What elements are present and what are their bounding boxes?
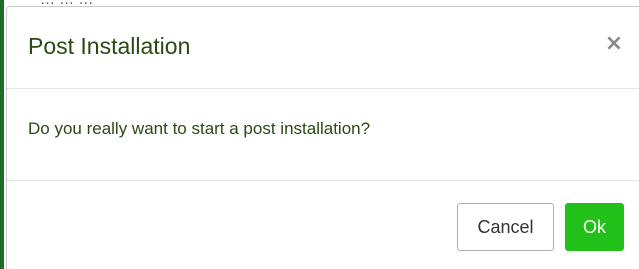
dialog-title: Post Installation — [28, 33, 191, 59]
background-page-edge — [0, 0, 4, 269]
dialog-header: Post Installation × — [7, 7, 639, 89]
dialog-message: Do you really want to start a post insta… — [28, 119, 371, 138]
dialog-footer: Cancel Ok — [7, 181, 639, 269]
cancel-button[interactable]: Cancel — [457, 203, 554, 251]
close-icon[interactable]: × — [603, 33, 625, 55]
dialog-body: Do you really want to start a post insta… — [7, 89, 639, 181]
ok-button[interactable]: Ok — [565, 203, 624, 251]
post-installation-dialog: Post Installation × Do you really want t… — [6, 6, 639, 269]
screen: … … … Post Installation × Do you really … — [0, 0, 639, 269]
